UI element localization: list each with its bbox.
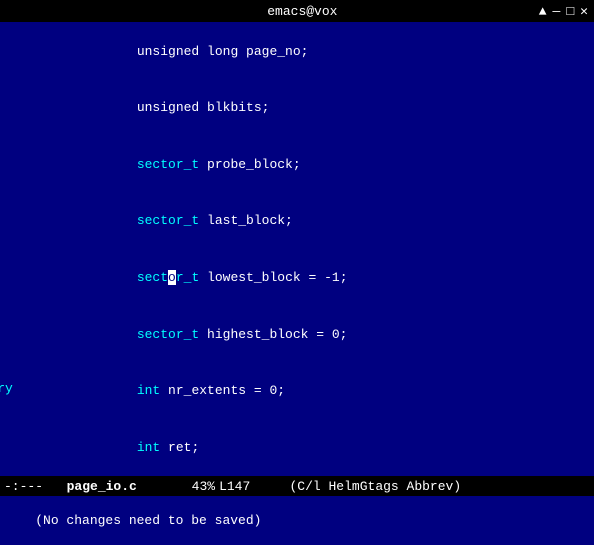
cursor: o: [168, 270, 176, 285]
title-bar-controls[interactable]: ▲ — □ ✕: [539, 4, 588, 19]
code-line: int nr_extents = 0;: [12, 363, 590, 420]
code-span: unsigned blkbits;: [74, 100, 269, 115]
minimize-icon[interactable]: ▲: [539, 4, 547, 19]
code-span: sect: [74, 270, 168, 285]
emacs-window: emacs@vox ▲ — □ ✕ ry unsigned long page_…: [0, 0, 594, 545]
code-span: r_t: [176, 270, 207, 285]
title-bar-title: emacs@vox: [66, 4, 539, 19]
status-spacer: [141, 479, 188, 494]
code-content: unsigned long page_no; unsigned blkbits;…: [4, 24, 590, 476]
code-line: unsigned long page_no;: [12, 24, 590, 81]
status-filename: page_io.c: [67, 479, 137, 494]
code-line: sector_t probe_block;: [12, 137, 590, 194]
status-spacer2: [254, 479, 285, 494]
code-span: sector_t: [74, 157, 207, 172]
close-button[interactable]: ✕: [580, 4, 588, 19]
maximize-button[interactable]: □: [566, 4, 574, 19]
code-line: sector_t highest_block = 0;: [12, 307, 590, 364]
code-span: highest_block = 0;: [207, 327, 347, 342]
code-span: sector_t: [74, 213, 207, 228]
code-span: probe_block;: [207, 157, 301, 172]
code-line: unsigned blkbits;: [12, 81, 590, 138]
code-span: nr_extents = 0;: [168, 383, 285, 398]
minibuffer-text: (No changes need to be saved): [35, 513, 261, 528]
code-span: int: [74, 383, 168, 398]
status-minor: (C/l HelmGtags Abbrev): [290, 479, 462, 494]
status-linecol: L147: [219, 479, 250, 494]
editor-area[interactable]: ry unsigned long page_no; unsigned blkbi…: [0, 22, 594, 476]
code-line: int ret;: [12, 420, 590, 476]
status-mode: -:---: [4, 479, 43, 494]
title-bar: emacs@vox ▲ — □ ✕: [0, 0, 594, 22]
left-gutter: ry: [0, 22, 10, 476]
status-bar: -:--- page_io.c 43% L147 (C/l HelmGtags …: [0, 476, 594, 496]
status-separator: [47, 479, 63, 494]
minimize-button[interactable]: —: [553, 4, 561, 19]
code-span: last_block;: [207, 213, 293, 228]
code-span: sector_t: [74, 327, 207, 342]
code-span: ret;: [168, 440, 199, 455]
margin-text: ry: [0, 381, 13, 396]
code-line: sector_t last_block;: [12, 194, 590, 251]
code-span: int: [74, 440, 168, 455]
minibuffer: (No changes need to be saved): [0, 496, 594, 545]
code-span: unsigned long page_no;: [74, 44, 308, 59]
code-span: lowest_block = -1;: [207, 270, 347, 285]
code-line: sector_t lowest_block = -1;: [12, 250, 590, 307]
status-percent: 43%: [192, 479, 215, 494]
